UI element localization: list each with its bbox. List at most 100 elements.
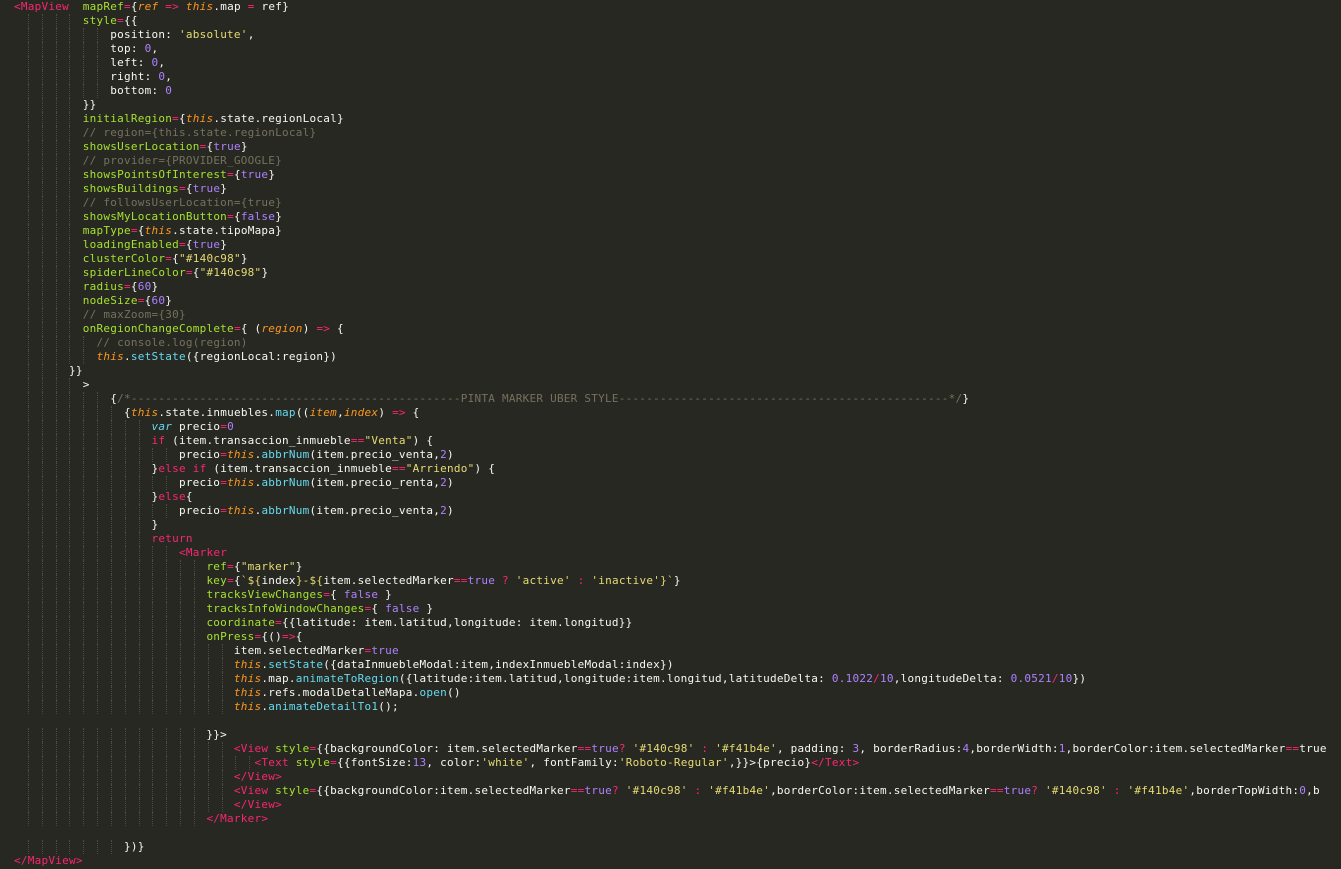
code-line[interactable]: showsPointsOfInterest={true} [14, 168, 275, 182]
code-line[interactable]: // maxZoom={30} [14, 308, 186, 322]
code-line[interactable]: }}> [14, 728, 227, 742]
code-token: style [295, 756, 331, 769]
code-token: { [185, 182, 193, 195]
code-token: open [419, 686, 447, 699]
code-line[interactable]: }else{ [14, 490, 193, 504]
code-token: }-${ [295, 574, 324, 587]
code-line[interactable]: showsBuildings={true} [14, 182, 227, 196]
code-token: = [178, 182, 186, 195]
code-line[interactable]: }} [14, 98, 97, 112]
code-line[interactable]: <Text style={{fontSize:13, color:'white'… [14, 756, 860, 770]
code-token: .state.tipoMapa} [172, 224, 283, 237]
code-token: 0 [227, 420, 234, 433]
code-token: <Marker [178, 546, 228, 559]
code-line[interactable]: showsUserLocation={true} [14, 140, 248, 154]
code-line[interactable]: }} [14, 364, 83, 378]
code-token: '#140c98' [625, 784, 688, 797]
code-token: }} [14, 98, 97, 111]
code-token: ,borderColor:item.selectedMarker [770, 784, 990, 797]
code-line[interactable]: top: 0, [14, 42, 158, 56]
code-line[interactable]: <Marker [14, 546, 227, 560]
code-line[interactable]: bottom: 0 [14, 84, 172, 98]
code-token: {{backgroundColor:item.selectedMarker [316, 784, 571, 797]
code-line[interactable]: } [14, 518, 158, 532]
code-line[interactable]: this.map.animateToRegion({latitude:item.… [14, 672, 1086, 686]
code-token: > [14, 378, 90, 391]
code-token: else [158, 462, 186, 475]
code-line[interactable]: item.selectedMarker=true [14, 644, 399, 658]
code-line[interactable]: {this.state.inmuebles.map((item,index) =… [14, 406, 420, 420]
code-token: '#140c98' [1044, 784, 1107, 797]
code-line[interactable]: showsMyLocationButton={false} [14, 210, 282, 224]
code-line[interactable]: this.setState({regionLocal:region}) [14, 350, 337, 364]
code-line[interactable]: </View> [14, 798, 282, 812]
code-token: "#140c98" [199, 266, 262, 279]
code-line[interactable]: tracksViewChanges={ false } [14, 588, 392, 602]
code-line[interactable]: </View> [14, 770, 282, 784]
code-line[interactable]: coordinate={{latitude: item.latitud,long… [14, 616, 633, 630]
code-token: tracksInfoWindowChanges [206, 602, 365, 615]
code-line[interactable]: precio=this.abbrNum(item.precio_venta,2) [14, 504, 454, 518]
code-line[interactable]: radius={60} [14, 280, 158, 294]
code-line[interactable]: // followsUserLocation={true} [14, 196, 282, 210]
code-line[interactable]: tracksInfoWindowChanges={ false } [14, 602, 433, 616]
code-token: { [233, 168, 241, 181]
code-line[interactable]: </MapView> [14, 854, 83, 868]
code-line[interactable]: ref={"marker"} [14, 560, 303, 574]
code-token: 2 [440, 448, 448, 461]
code-line[interactable]: this.refs.modalDetalleMapa.open() [14, 686, 461, 700]
code-token: .state.inmuebles. [158, 406, 276, 419]
code-line[interactable]: <View style={{backgroundColor: item.sele… [14, 742, 1327, 756]
code-token: 10 [880, 672, 894, 685]
code-line[interactable]: this.setState({dataInmuebleModal:item,in… [14, 658, 674, 672]
code-line[interactable]: {/*-------------------------------------… [14, 392, 969, 406]
code-line[interactable]: style={{ [14, 14, 138, 28]
code-line[interactable]: position: 'absolute', [14, 28, 255, 42]
code-line[interactable]: mapType={this.state.tipoMapa} [14, 224, 282, 238]
code-token: left: [14, 56, 152, 69]
code-line[interactable]: > [14, 378, 90, 392]
code-line[interactable]: this.animateDetailTo1(); [14, 700, 399, 714]
code-line[interactable]: precio=this.abbrNum(item.precio_renta,2) [14, 476, 454, 490]
code-editor[interactable]: <MapView mapRef={ref => this.map = ref} … [0, 0, 1341, 869]
code-line[interactable]: onRegionChangeComplete={ (region) => { [14, 322, 344, 336]
code-line[interactable]: right: 0, [14, 70, 172, 84]
code-line[interactable]: return [14, 532, 193, 546]
code-line[interactable]: left: 0, [14, 56, 165, 70]
code-line[interactable]: precio=this.abbrNum(item.precio_venta,2) [14, 448, 454, 462]
code-token: . [123, 350, 131, 363]
code-token: '#f41b4e' [715, 742, 777, 755]
code-line[interactable]: nodeSize={60} [14, 294, 172, 308]
code-token: (( [295, 406, 310, 419]
code-line[interactable]: <View style={{backgroundColor:item.selec… [14, 784, 1320, 798]
code-line[interactable]: onPress={()=>{ [14, 630, 303, 644]
code-line[interactable]: if (item.transaccion_inmueble=="Venta") … [14, 434, 433, 448]
code-token: => [316, 322, 331, 335]
code-line[interactable]: loadingEnabled={true} [14, 238, 227, 252]
code-token: map [275, 406, 296, 419]
code-line[interactable]: key={`${index}-${item.selectedMarker==tr… [14, 574, 681, 588]
code-line[interactable]: })} [14, 840, 145, 854]
code-line[interactable]: }else if (item.transaccion_inmueble=="Ar… [14, 462, 495, 476]
code-line[interactable]: clusterColor={"#140c98"} [14, 252, 248, 266]
code-token: else [158, 490, 186, 503]
code-line[interactable]: // console.log(region) [14, 336, 248, 350]
code-token: } [240, 140, 248, 153]
code-line[interactable]: <MapView mapRef={ref => this.map = ref} [14, 0, 289, 14]
code-line[interactable]: // region={this.state.regionLocal} [14, 126, 316, 140]
code-line[interactable]: spiderLineColor={"#140c98"} [14, 266, 268, 280]
code-line[interactable]: </Marker> [14, 812, 268, 826]
code-line[interactable]: initialRegion={this.state.regionLocal} [14, 112, 344, 126]
code-token: true [240, 168, 269, 181]
code-line[interactable]: // provider={PROVIDER_GOOGLE} [14, 154, 282, 168]
code-token: precio [14, 476, 221, 489]
code-line[interactable]: var precio=0 [14, 420, 234, 434]
code-token: this [185, 0, 214, 13]
